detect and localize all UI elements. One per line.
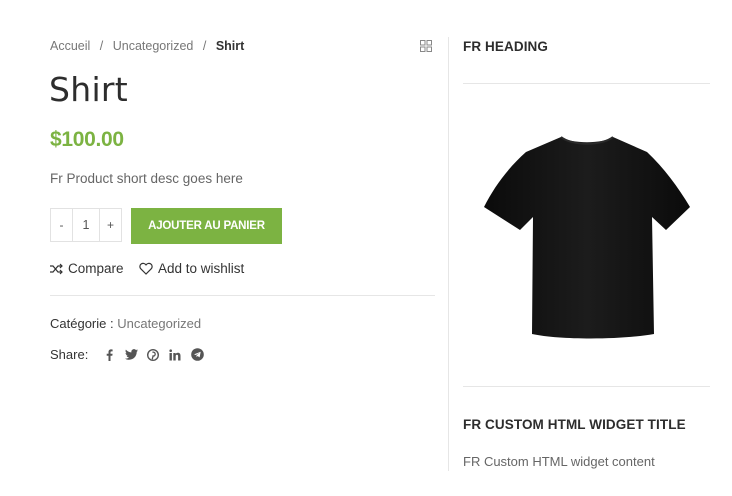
telegram-icon[interactable]	[186, 348, 208, 361]
pinterest-icon[interactable]	[142, 348, 164, 361]
add-to-cart-button[interactable]: AJOUTER AU PANIER	[131, 208, 282, 244]
breadcrumb-separator: /	[99, 39, 104, 53]
product-category: Catégorie : Uncategorized	[50, 316, 201, 331]
quantity-input[interactable]: 1	[72, 209, 100, 241]
divider	[463, 83, 710, 84]
breadcrumb-separator: /	[202, 39, 207, 53]
twitter-icon[interactable]	[120, 349, 142, 360]
heart-icon	[139, 262, 153, 275]
product-title: Shirt	[49, 70, 129, 109]
share-row: Share:	[50, 347, 208, 362]
share-label: Share:	[50, 347, 89, 362]
divider	[50, 295, 435, 296]
widget-content: FR Custom HTML widget content	[463, 454, 655, 469]
breadcrumb-home-link[interactable]: Accueil	[50, 39, 90, 53]
breadcrumb: Accueil / Uncategorized / Shirt	[50, 39, 244, 53]
facebook-icon[interactable]	[98, 348, 120, 361]
shuffle-icon	[50, 263, 63, 274]
breadcrumb-category-link[interactable]: Uncategorized	[113, 39, 194, 53]
quantity-plus-button[interactable]: +	[100, 209, 121, 241]
wishlist-label: Add to wishlist	[158, 261, 245, 276]
tshirt-image	[480, 132, 694, 342]
sidebar-divider	[448, 37, 449, 471]
quantity-stepper: - 1 +	[50, 208, 122, 242]
divider	[463, 386, 710, 387]
quantity-minus-button[interactable]: -	[51, 209, 72, 241]
category-link[interactable]: Uncategorized	[117, 316, 201, 331]
grid-icon[interactable]	[420, 39, 432, 52]
category-label: Catégorie :	[50, 316, 114, 331]
widget-title: FR CUSTOM HTML WIDGET TITLE	[463, 417, 686, 432]
product-price: $100.00	[50, 128, 124, 151]
linkedin-icon[interactable]	[164, 348, 186, 361]
compare-label: Compare	[68, 261, 124, 276]
wishlist-link[interactable]: Add to wishlist	[139, 261, 244, 276]
compare-link[interactable]: Compare	[49, 261, 124, 276]
breadcrumb-current: Shirt	[215, 39, 245, 53]
sidebar-heading: FR HEADING	[463, 39, 548, 54]
product-short-description: Fr Product short desc goes here	[50, 171, 243, 186]
